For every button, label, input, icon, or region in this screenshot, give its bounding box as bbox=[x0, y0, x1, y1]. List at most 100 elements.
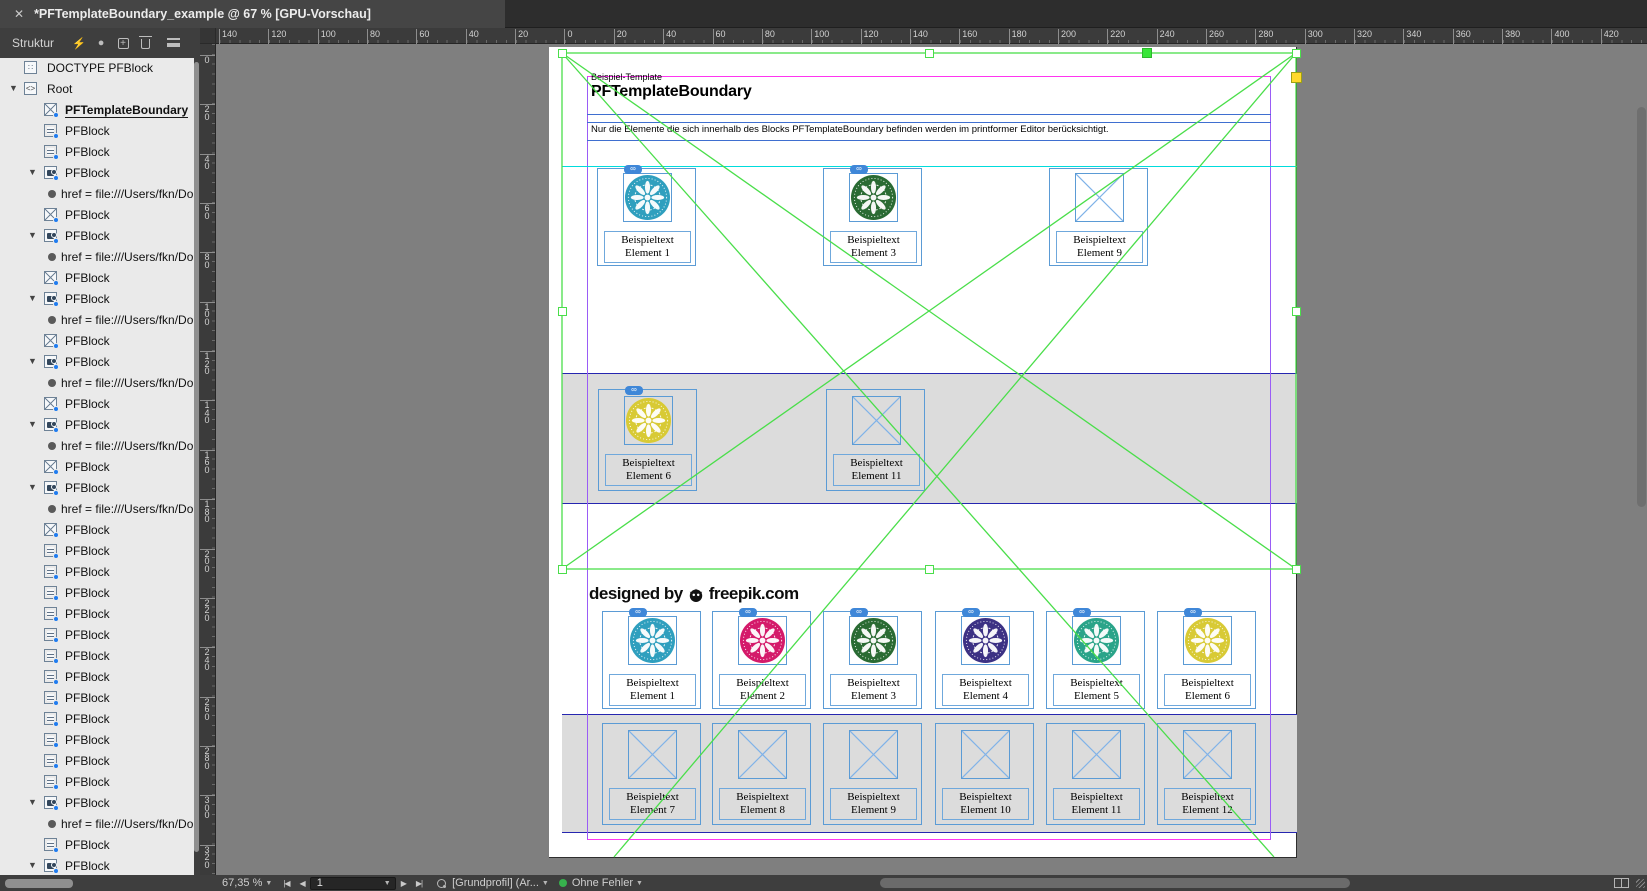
element-card[interactable]: Beispieltext Element 12 bbox=[1157, 723, 1256, 825]
structure-vscrollbar-thumb[interactable] bbox=[194, 62, 199, 852]
next-page-button[interactable]: ▶ bbox=[401, 879, 406, 888]
card-text-frame[interactable]: Beispieltext Element 3 bbox=[830, 674, 917, 706]
trash-icon[interactable] bbox=[134, 37, 156, 50]
selection-handle[interactable] bbox=[558, 565, 567, 574]
tree-attribute-row[interactable]: href = file:///Users/fkn/Do bbox=[0, 310, 194, 331]
tree-node-row[interactable]: ▼PFBlock bbox=[0, 226, 194, 247]
element-card[interactable]: ∞ Beispieltext Element 6 bbox=[598, 389, 697, 491]
split-window-icon[interactable] bbox=[1614, 878, 1629, 888]
image-frame[interactable] bbox=[628, 616, 677, 665]
element-card[interactable]: Beispieltext Element 11 bbox=[826, 389, 925, 491]
element-card[interactable]: ∞ Beispieltext Element 6 bbox=[1157, 611, 1256, 709]
canvas-vscrollbar-thumb[interactable] bbox=[1637, 107, 1646, 507]
selection-handle[interactable] bbox=[1292, 307, 1301, 316]
close-icon[interactable]: ✕ bbox=[14, 7, 24, 21]
ruler-origin-box[interactable] bbox=[200, 28, 216, 44]
image-frame[interactable] bbox=[1075, 173, 1124, 222]
selection-handle-filled[interactable] bbox=[1142, 48, 1152, 58]
page-chevron-icon[interactable]: ▼ bbox=[384, 880, 391, 887]
image-frame[interactable] bbox=[738, 730, 787, 779]
chevron-down-icon[interactable]: ▼ bbox=[28, 482, 37, 492]
tree-attribute-row[interactable]: href = file:///Users/fkn/Do bbox=[0, 247, 194, 268]
element-card[interactable]: Beispieltext Element 10 bbox=[935, 723, 1034, 825]
last-page-button[interactable]: ▶| bbox=[416, 879, 422, 888]
corner-edit-handle[interactable] bbox=[1291, 72, 1302, 83]
element-card[interactable]: Beispieltext Element 11 bbox=[1046, 723, 1145, 825]
element-card[interactable]: ∞ Beispieltext Element 1 bbox=[597, 168, 696, 266]
card-text-frame[interactable]: Beispieltext Element 9 bbox=[830, 788, 917, 820]
image-frame[interactable] bbox=[623, 173, 672, 222]
tree-attribute-row[interactable]: href = file:///Users/fkn/Do bbox=[0, 436, 194, 457]
tree-attribute-row[interactable]: href = file:///Users/fkn/Do bbox=[0, 499, 194, 520]
image-frame[interactable] bbox=[738, 616, 787, 665]
card-text-frame[interactable]: Beispieltext Element 10 bbox=[942, 788, 1029, 820]
resize-grip-icon[interactable] bbox=[1636, 879, 1645, 888]
element-card[interactable]: Beispieltext Element 7 bbox=[602, 723, 701, 825]
chevron-down-icon[interactable]: ▼ bbox=[9, 83, 18, 93]
tree-node-row[interactable]: PFBlock bbox=[0, 604, 194, 625]
tree-node-row[interactable]: ▼PFBlock bbox=[0, 856, 194, 875]
card-text-frame[interactable]: Beispieltext Element 12 bbox=[1164, 788, 1251, 820]
selection-handle[interactable] bbox=[1292, 565, 1301, 574]
canvas-hscrollbar-thumb[interactable] bbox=[880, 878, 1350, 888]
chevron-down-icon[interactable]: ▼ bbox=[28, 167, 37, 177]
tree-node-row[interactable]: PFBlock bbox=[0, 730, 194, 751]
card-text-frame[interactable]: Beispieltext Element 9 bbox=[1056, 231, 1143, 263]
image-frame[interactable] bbox=[961, 730, 1010, 779]
tree-node-row[interactable]: ▼<>Root bbox=[0, 79, 194, 100]
image-frame[interactable] bbox=[1183, 616, 1232, 665]
card-text-frame[interactable]: Beispieltext Element 2 bbox=[719, 674, 806, 706]
document-tab[interactable]: ✕ *PFTemplateBoundary_example @ 67 % [GP… bbox=[0, 0, 505, 28]
tree-node-row[interactable]: PFBlock bbox=[0, 688, 194, 709]
element-card[interactable]: Beispieltext Element 8 bbox=[712, 723, 811, 825]
element-card[interactable]: ∞ Beispieltext Element 3 bbox=[823, 168, 922, 266]
vertical-ruler[interactable]: 0204060801001201401601802002202402602803… bbox=[200, 44, 216, 875]
chevron-down-icon[interactable]: ▼ bbox=[28, 230, 37, 240]
tree-node-row[interactable]: PFBlock bbox=[0, 583, 194, 604]
element-card[interactable]: Beispieltext Element 9 bbox=[823, 723, 922, 825]
tree-node-row[interactable]: PFBlock bbox=[0, 709, 194, 730]
flash-icon[interactable]: ⚡ bbox=[68, 37, 90, 50]
menu-icon[interactable] bbox=[162, 37, 184, 49]
selection-handle[interactable] bbox=[558, 307, 567, 316]
tree-node-row[interactable]: PFBlock bbox=[0, 142, 194, 163]
preflight-profile[interactable]: [Grundprofil] (Ar... bbox=[452, 877, 539, 889]
zoom-level[interactable]: 67,35 % bbox=[222, 877, 262, 889]
image-frame[interactable] bbox=[1183, 730, 1232, 779]
tree-node-row[interactable]: PFBlock bbox=[0, 772, 194, 793]
element-card[interactable]: ∞ Beispieltext Element 5 bbox=[1046, 611, 1145, 709]
image-frame[interactable] bbox=[1072, 616, 1121, 665]
tree-node-row[interactable]: PFBlock bbox=[0, 457, 194, 478]
element-card[interactable]: Beispieltext Element 9 bbox=[1049, 168, 1148, 266]
prev-page-button[interactable]: ◀ bbox=[300, 879, 305, 888]
zoom-chevron-icon[interactable]: ▼ bbox=[265, 880, 272, 887]
tree-node-row[interactable]: PFBlock bbox=[0, 646, 194, 667]
tree-node-row[interactable]: ▼PFBlock bbox=[0, 415, 194, 436]
tree-node-row[interactable]: PFBlock bbox=[0, 268, 194, 289]
tree-node-row[interactable]: ▼PFBlock bbox=[0, 793, 194, 814]
element-card[interactable]: ∞ Beispieltext Element 3 bbox=[823, 611, 922, 709]
tree-node-row[interactable]: PFBlock bbox=[0, 667, 194, 688]
image-frame[interactable] bbox=[961, 616, 1010, 665]
image-frame[interactable] bbox=[852, 396, 901, 445]
tree-node-row[interactable]: PFBlock bbox=[0, 625, 194, 646]
chevron-down-icon[interactable]: ▼ bbox=[28, 293, 37, 303]
tree-attribute-row[interactable]: href = file:///Users/fkn/Do bbox=[0, 814, 194, 835]
image-frame[interactable] bbox=[849, 173, 898, 222]
page-number-input[interactable]: 1 ▼ bbox=[310, 877, 396, 890]
tree-node-row[interactable]: PFBlock bbox=[0, 394, 194, 415]
image-frame[interactable] bbox=[1072, 730, 1121, 779]
tree-node-row[interactable]: PFTemplateBoundary bbox=[0, 100, 194, 121]
element-card[interactable]: ∞ Beispieltext Element 1 bbox=[602, 611, 701, 709]
card-text-frame[interactable]: Beispieltext Element 4 bbox=[942, 674, 1029, 706]
profile-chevron-icon[interactable]: ▼ bbox=[542, 880, 549, 887]
tree-node-row[interactable]: ▼PFBlock bbox=[0, 478, 194, 499]
add-icon[interactable]: + bbox=[112, 37, 134, 49]
tree-attribute-row[interactable]: href = file:///Users/fkn/Do bbox=[0, 373, 194, 394]
card-text-frame[interactable]: Beispieltext Element 6 bbox=[1164, 674, 1251, 706]
image-frame[interactable] bbox=[628, 730, 677, 779]
selection-handle[interactable] bbox=[925, 565, 934, 574]
selection-handle[interactable] bbox=[1292, 49, 1301, 58]
selection-handle[interactable] bbox=[558, 49, 567, 58]
card-text-frame[interactable]: Beispieltext Element 5 bbox=[1053, 674, 1140, 706]
